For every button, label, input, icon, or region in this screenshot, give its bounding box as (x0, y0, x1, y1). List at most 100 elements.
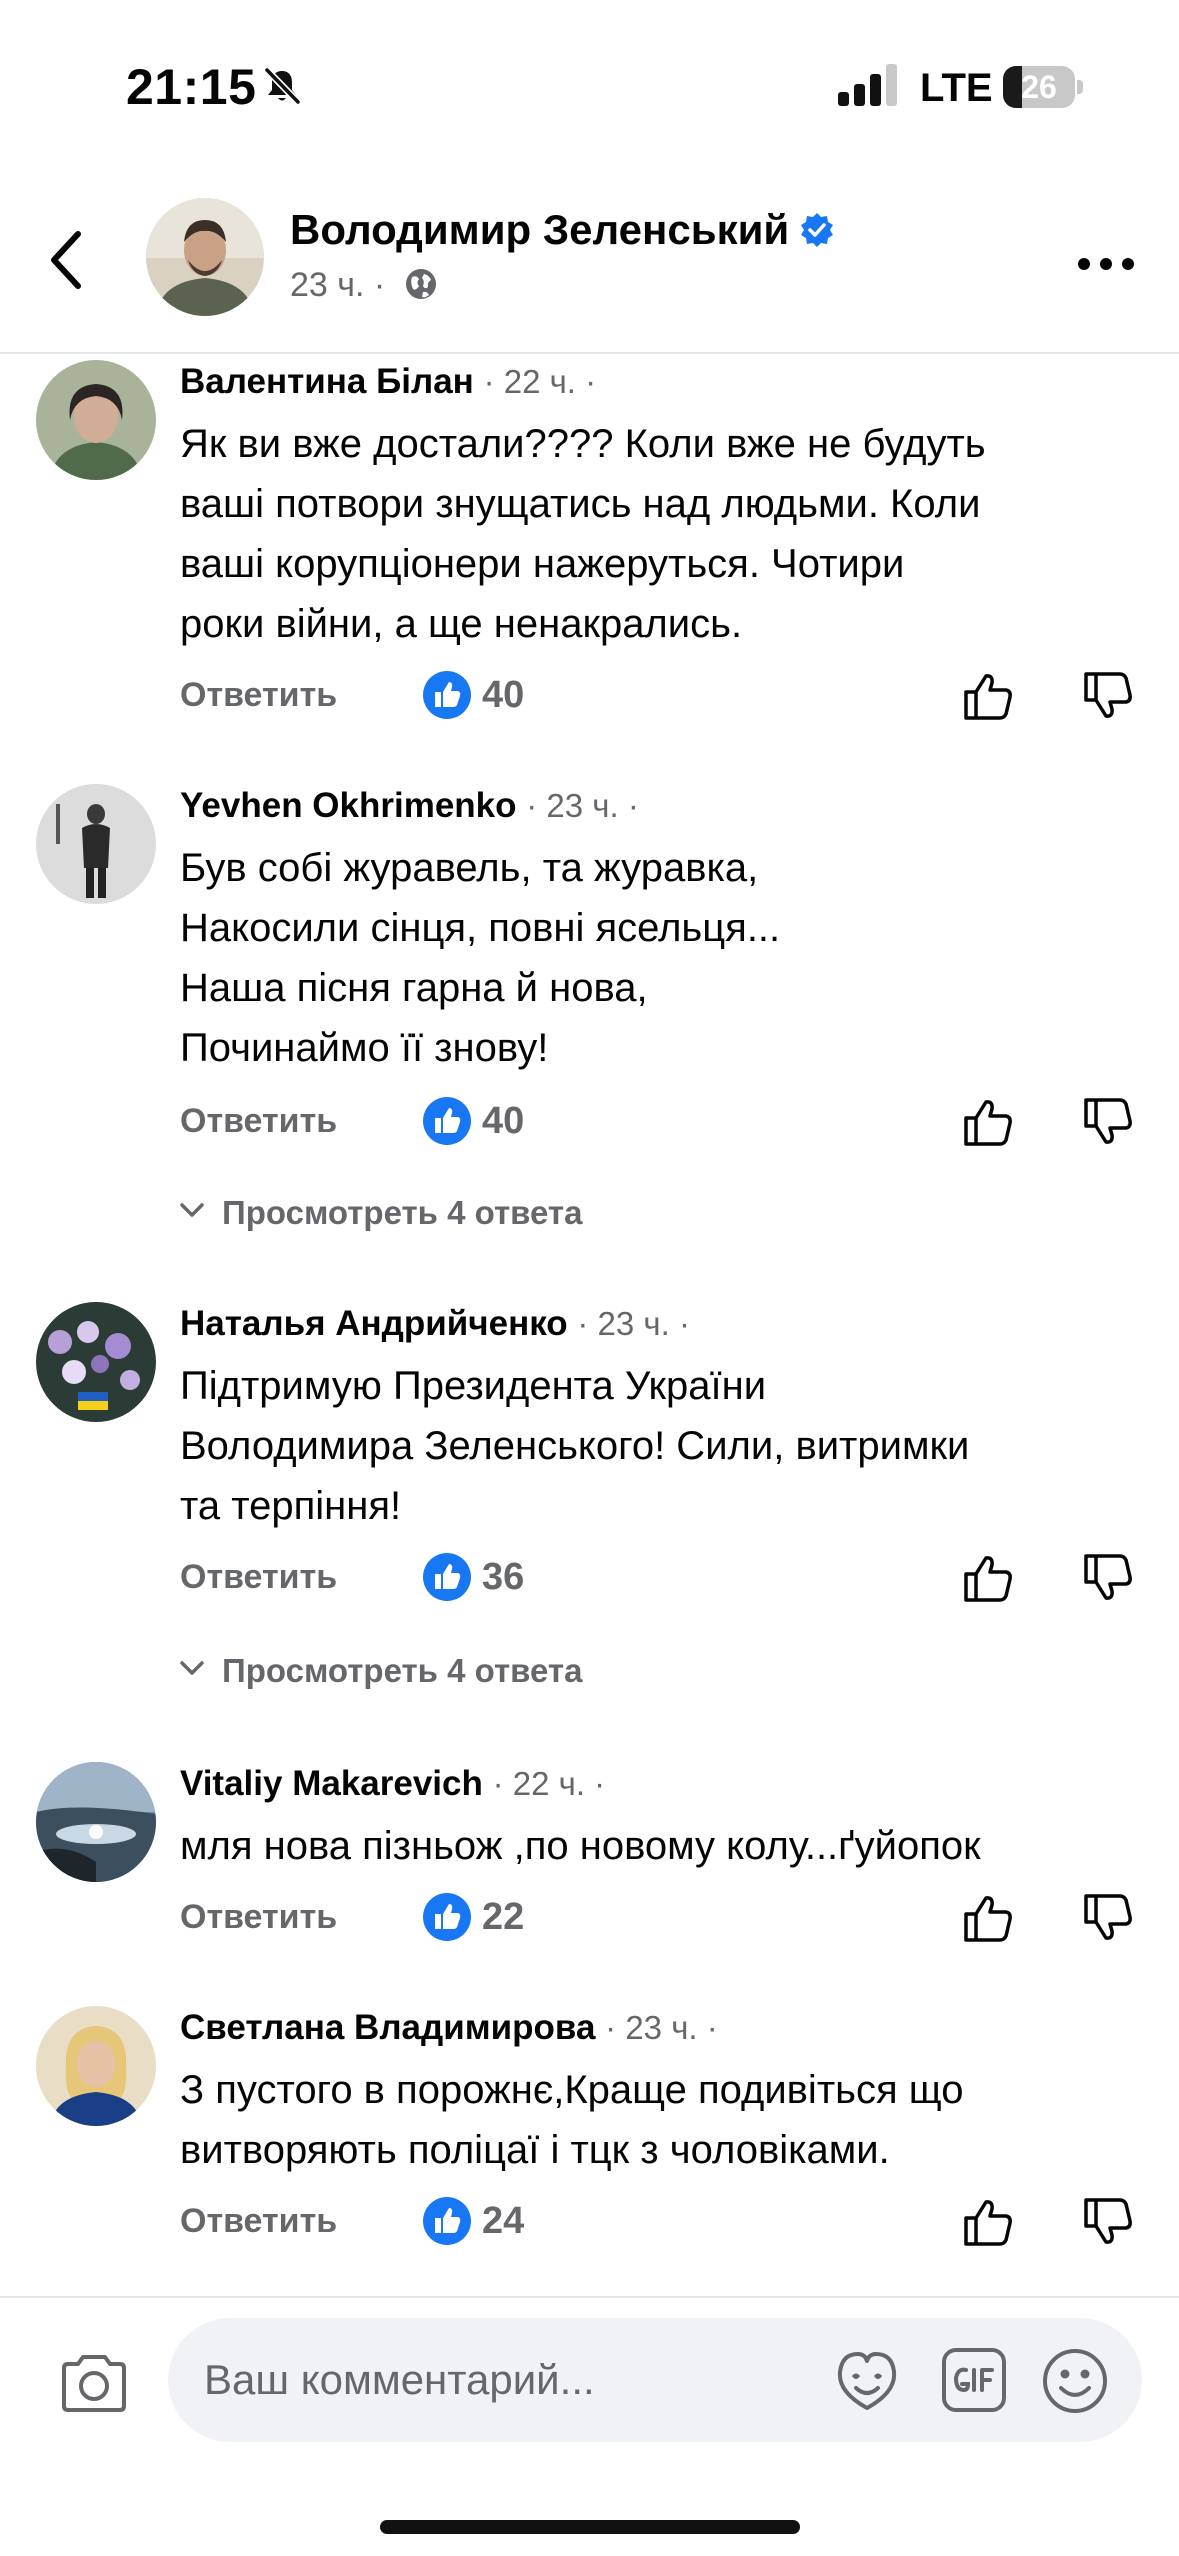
thumb-down-icon[interactable] (1080, 1890, 1136, 1946)
thumb-up-icon[interactable] (960, 2194, 1016, 2250)
comment-text: Як ви вже достали???? Коли вже не будуть… (180, 414, 1140, 654)
battery-level: 26 (1021, 69, 1057, 105)
comment-header: Vitaliy Makarevich · 22 ч. · (180, 1764, 605, 1804)
view-replies-label: Просмотреть 4 ответа (222, 1194, 583, 1231)
comment-line: роки війни, а ще ненакрались. (180, 602, 743, 646)
comment-author[interactable]: Vitaliy Makarevich (180, 1764, 483, 1803)
sticker-icon[interactable] (832, 2346, 902, 2414)
page-title[interactable]: Володимир Зеленський (290, 206, 835, 254)
like-count: 40 (482, 1100, 525, 1142)
thumb-up-icon[interactable] (960, 668, 1016, 724)
gif-icon[interactable] (940, 2346, 1008, 2414)
reply-button[interactable]: Ответить (180, 1558, 337, 1597)
comment-line: Наша пісня гарна й нова, (180, 966, 648, 1010)
comment-header: Наталья Андрийченко · 23 ч. · (180, 1304, 690, 1344)
comment-line: ваші корупціонери нажеруться. Чотири (180, 542, 905, 586)
network-type: LTE (920, 66, 993, 110)
comment-input-placeholder: Ваш комментарий... (204, 2356, 595, 2403)
like-badge-icon (423, 1097, 471, 1145)
status-time: 21:15 (126, 59, 257, 115)
thumb-down-icon[interactable] (1080, 1094, 1136, 1150)
avatar[interactable] (36, 2006, 156, 2126)
comment-text: Був собі журавель, та журавка, Накосили … (180, 838, 1140, 1078)
chevron-down-icon (180, 1203, 204, 1217)
avatar[interactable] (36, 784, 156, 904)
like-badge-icon (423, 1553, 471, 1601)
reply-button[interactable]: Ответить (180, 676, 337, 715)
view-replies-button[interactable]: Просмотреть 4 ответа (176, 1652, 582, 1690)
view-replies-button[interactable]: Просмотреть 4 ответа (176, 1194, 582, 1232)
comment-author[interactable]: Yevhen Okhrimenko (180, 786, 517, 825)
avatar[interactable] (146, 198, 264, 316)
home-indicator[interactable] (380, 2520, 800, 2534)
like-count: 22 (482, 1896, 525, 1938)
avatar[interactable] (36, 360, 156, 480)
comment-line: Як ви вже достали???? Коли вже не будуть (180, 422, 986, 466)
thumb-down-icon[interactable] (1080, 2194, 1136, 2250)
comment-text: З пустого в порожнє,Краще подивіться що … (180, 2060, 1140, 2180)
comment-time: · 22 ч. · (492, 1765, 606, 1802)
like-count: 40 (482, 674, 525, 716)
thumb-up-icon[interactable] (960, 1094, 1016, 1150)
verified-badge-icon (801, 213, 834, 247)
cellular-signal-icon (838, 64, 897, 106)
reply-button[interactable]: Ответить (180, 2202, 337, 2241)
author-name[interactable]: Володимир Зеленський (290, 206, 789, 253)
globe-icon (405, 269, 436, 299)
comment-line: витворяють поліцаї і тцк з чоловіками. (180, 2128, 890, 2172)
bell-off-icon (264, 67, 301, 105)
comment-text: Підтримую Президента України Володимира … (180, 1356, 1140, 1536)
comment-time: · 23 ч. · (526, 787, 639, 824)
comment-actions: Ответить 22 (180, 1888, 1140, 1948)
comment-header: Yevhen Okhrimenko · 23 ч. · (180, 786, 639, 826)
comment-line: мля нова пізньож ,по новому колу...ґуйоп… (180, 1824, 981, 1868)
avatar[interactable] (36, 1302, 156, 1422)
reply-button[interactable]: Ответить (180, 1898, 337, 1937)
post-time: 23 ч. (290, 266, 365, 304)
post-meta: 23 ч. · (290, 266, 439, 305)
comment-line: Володимира Зеленського! Сили, витримки (180, 1424, 970, 1468)
reply-button[interactable]: Ответить (180, 1102, 337, 1141)
like-badge-icon (423, 1893, 471, 1941)
status-bar: 21:15 LTE 26 (0, 0, 1179, 170)
thumb-down-icon[interactable] (1080, 668, 1136, 724)
like-badge-icon (423, 671, 471, 719)
chevron-left-icon[interactable] (42, 224, 94, 296)
comment-text: мля нова пізньож ,по новому колу...ґуйоп… (180, 1816, 1140, 1876)
comment-line: Підтримую Президента України (180, 1364, 767, 1408)
like-count: 24 (482, 2200, 525, 2242)
comment-line: та терпіння! (180, 1484, 402, 1528)
comment-line: Накосили сінця, повні ясельця... (180, 906, 781, 950)
comment-line: З пустого в порожнє,Краще подивіться що (180, 2068, 964, 2112)
camera-icon[interactable] (58, 2352, 130, 2414)
comment-time: · 23 ч. · (605, 2009, 718, 2046)
comment-line: Був собі журавель, та журавка, (180, 846, 759, 890)
comment-line: Починаймо її знову! (180, 1026, 549, 1070)
comment-author[interactable]: Валентина Білан (180, 362, 474, 401)
emoji-icon[interactable] (1040, 2346, 1110, 2416)
more-horizontal-icon[interactable] (1076, 254, 1136, 274)
avatar[interactable] (36, 1762, 156, 1882)
post-header: Володимир Зеленський 23 ч. · (0, 170, 1179, 354)
thumb-up-icon[interactable] (960, 1890, 1016, 1946)
comment-header: Валентина Білан · 22 ч. · (180, 362, 596, 402)
comment-composer: Ваш комментарий... (0, 2296, 1179, 2556)
comment-actions: Ответить 24 (180, 2192, 1140, 2252)
view-replies-label: Просмотреть 4 ответа (222, 1652, 583, 1689)
meta-separator: · (373, 266, 386, 304)
comment-time: · 23 ч. · (577, 1305, 690, 1342)
comment-actions: Ответить 40 (180, 1092, 1140, 1152)
comment-line: ваші потвори знущатись над людьми. Коли (180, 482, 981, 526)
like-count: 36 (482, 1556, 525, 1598)
comment-author[interactable]: Наталья Андрийченко (180, 1304, 568, 1343)
comment-time: · 22 ч. · (483, 363, 597, 400)
battery-icon: 26 (1003, 66, 1083, 108)
comment-author[interactable]: Светлана Владимирова (180, 2008, 595, 2047)
comment-input[interactable]: Ваш комментарий... (168, 2318, 1142, 2442)
thumb-up-icon[interactable] (960, 1550, 1016, 1606)
like-badge-icon (423, 2197, 471, 2245)
comment-actions: Ответить 40 (180, 666, 1140, 726)
thumb-down-icon[interactable] (1080, 1550, 1136, 1606)
comment-actions: Ответить 36 (180, 1548, 1140, 1608)
comment-header: Светлана Владимирова · 23 ч. · (180, 2008, 718, 2048)
